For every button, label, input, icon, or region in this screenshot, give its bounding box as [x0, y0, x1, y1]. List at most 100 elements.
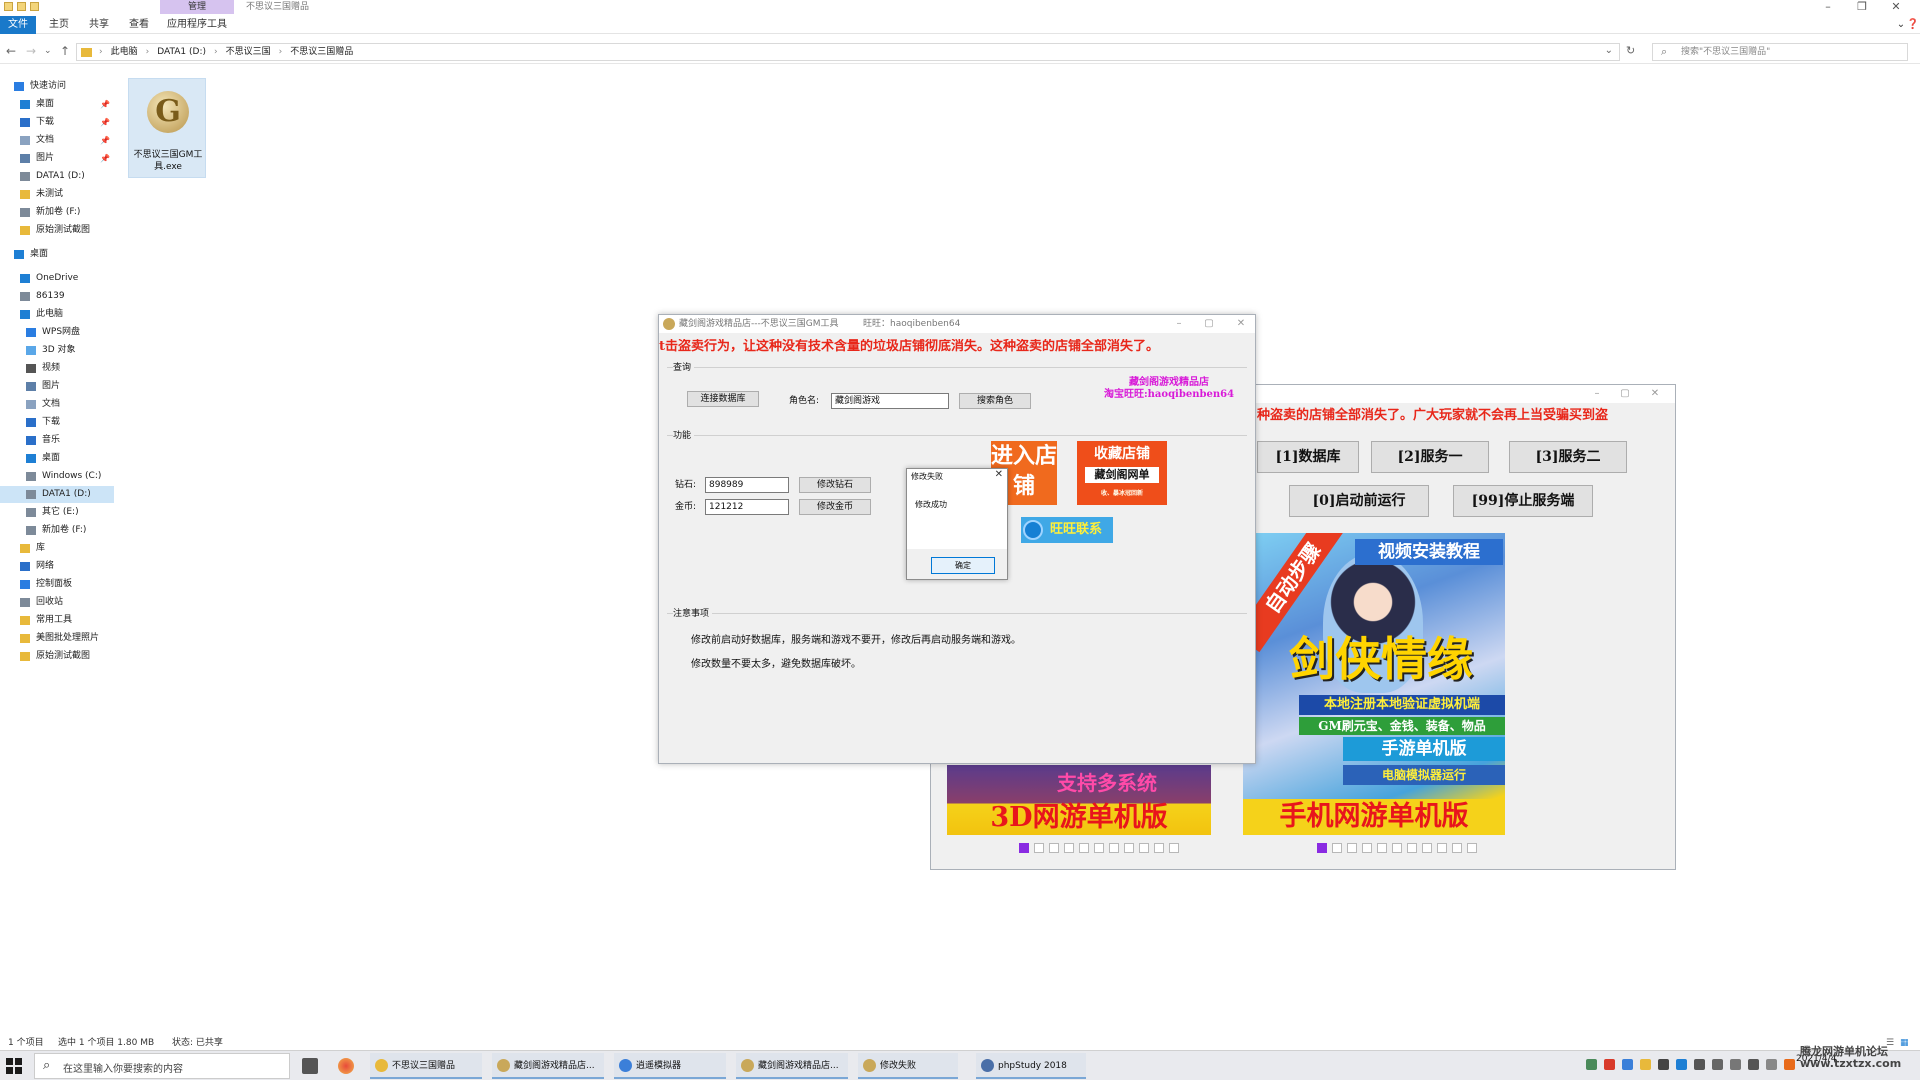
nav-item[interactable]: 常用工具: [0, 612, 114, 629]
app-icon[interactable]: [338, 1058, 354, 1074]
connect-db-button[interactable]: 连接数据库: [687, 391, 759, 407]
nav-item[interactable]: DATA1 (D:): [0, 486, 114, 503]
pin-icon[interactable]: 📌: [100, 114, 110, 131]
close-button[interactable]: ✕: [1231, 315, 1251, 333]
nav-item[interactable]: 下载: [0, 414, 114, 431]
nav-item[interactable]: 原始测试截图: [0, 222, 114, 239]
close-button[interactable]: ✕: [1645, 385, 1665, 403]
tab-home[interactable]: 主页: [44, 16, 74, 34]
back-icon[interactable]: ←: [6, 44, 16, 58]
minimize-button[interactable]: –: [1816, 0, 1840, 14]
database-button[interactable]: [1]数据库: [1257, 441, 1359, 473]
system-tray[interactable]: [1586, 1059, 1796, 1073]
taskbar-search-input[interactable]: ⌕ 在这里输入你要搜索的内容: [34, 1053, 290, 1079]
address-dropdown-icon[interactable]: ⌄: [1605, 45, 1613, 56]
nav-item[interactable]: WPS网盘: [0, 324, 114, 341]
calculator-icon[interactable]: [302, 1058, 318, 1074]
tab-file[interactable]: 文件: [0, 16, 36, 34]
nav-item[interactable]: DATA1 (D:): [0, 168, 114, 185]
breadcrumb-item[interactable]: 不思议三国: [226, 46, 271, 59]
tab-view[interactable]: 查看: [124, 16, 154, 34]
nav-item[interactable]: 3D 对象: [0, 342, 114, 359]
contextual-tab-manage[interactable]: 管理: [160, 0, 234, 14]
document-icon: [20, 136, 30, 145]
diamond-input[interactable]: 898989: [705, 477, 789, 493]
minimize-button[interactable]: –: [1169, 315, 1189, 333]
nav-item[interactable]: 桌面: [0, 450, 114, 467]
service-one-button[interactable]: [2]服务一: [1371, 441, 1489, 473]
breadcrumb-item[interactable]: DATA1 (D:): [157, 46, 206, 59]
nav-item[interactable]: 桌面 📌: [0, 96, 114, 113]
nav-item[interactable]: 86139: [0, 288, 114, 305]
search-input[interactable]: ⌕ 搜索"不思议三国赠品": [1652, 43, 1908, 61]
nav-item[interactable]: 新加卷 (F:): [0, 522, 114, 539]
maximize-button[interactable]: ▢: [1199, 315, 1219, 333]
tab-app-tools[interactable]: 应用程序工具: [166, 16, 228, 34]
nav-item[interactable]: 其它 (E:): [0, 504, 114, 521]
pin-icon[interactable]: 📌: [100, 96, 110, 113]
search-role-button[interactable]: 搜索角色: [959, 393, 1031, 409]
wangwang-contact-banner[interactable]: 旺旺联系: [1021, 517, 1113, 543]
nav-item[interactable]: OneDrive: [0, 270, 114, 287]
breadcrumb-item[interactable]: 此电脑: [111, 46, 138, 59]
nav-item[interactable]: 原始测试截图: [0, 648, 114, 665]
forward-icon[interactable]: →: [26, 44, 36, 58]
address-box[interactable]: › 此电脑 › DATA1 (D:) › 不思议三国 › 不思议三国赠品 ⌄: [76, 43, 1620, 61]
modify-gold-button[interactable]: 修改金币: [799, 499, 871, 515]
taskbar-app[interactable]: 不思议三国赠品: [370, 1053, 482, 1079]
carousel-dots[interactable]: [1019, 843, 1179, 853]
nav-item[interactable]: 此电脑: [0, 306, 114, 323]
nav-item[interactable]: 回收站: [0, 594, 114, 611]
nav-item[interactable]: 图片: [0, 378, 114, 395]
nav-item[interactable]: 文档 📌: [0, 132, 114, 149]
close-button[interactable]: ✕: [1884, 0, 1908, 14]
file-item[interactable]: G 不思议三国GM工具.exe: [128, 78, 206, 178]
nav-item[interactable]: 图片 📌: [0, 150, 114, 167]
taskbar-app[interactable]: 逍遥模拟器: [614, 1053, 726, 1079]
role-name-input[interactable]: 藏剑阁游戏: [831, 393, 949, 409]
pre-run-button[interactable]: [0]启动前运行: [1289, 485, 1429, 517]
nav-item[interactable]: 美图批处理照片: [0, 630, 114, 647]
service-two-button[interactable]: [3]服务二: [1509, 441, 1627, 473]
nav-item[interactable]: 桌面: [0, 246, 114, 263]
nav-item[interactable]: 库: [0, 540, 114, 557]
refresh-icon[interactable]: ↻: [1626, 44, 1635, 58]
nav-item[interactable]: Windows (C:): [0, 468, 114, 485]
promo-banner-3d[interactable]: 支持多系统 3D网游单机版: [947, 765, 1211, 835]
nav-item[interactable]: 音乐: [0, 432, 114, 449]
nav-item[interactable]: 文档: [0, 396, 114, 413]
taskbar-app[interactable]: phpStudy 2018: [976, 1053, 1086, 1079]
taskbar-app[interactable]: 修改失败: [858, 1053, 958, 1079]
taskbar-app[interactable]: 藏剑阁游戏精品店...: [492, 1053, 604, 1079]
nav-item[interactable]: 快速访问: [0, 78, 114, 95]
nav-item[interactable]: 视频: [0, 360, 114, 377]
favorite-shop-banner[interactable]: 收藏店铺 藏剑阁网单 收、暴冰冠回新: [1077, 441, 1167, 505]
carousel-dots[interactable]: [1317, 843, 1477, 853]
nav-item[interactable]: 新加卷 (F:): [0, 204, 114, 221]
nav-item[interactable]: 下载 📌: [0, 114, 114, 131]
taskbar-app[interactable]: 藏剑阁游戏精品店...: [736, 1053, 848, 1079]
tab-share[interactable]: 共享: [84, 16, 114, 34]
message-dialog[interactable]: 修改失败 ✕ 修改成功 确定: [906, 468, 1008, 580]
minimize-button[interactable]: –: [1587, 385, 1607, 403]
window-title-contact: 旺旺：haoqibenben64: [863, 319, 961, 329]
breadcrumb-item[interactable]: 不思议三国赠品: [290, 46, 353, 59]
maximize-button[interactable]: ▢: [1615, 385, 1635, 403]
start-button[interactable]: [6, 1058, 22, 1074]
close-icon[interactable]: ✕: [995, 469, 1003, 480]
up-icon[interactable]: ↑: [60, 44, 70, 58]
promo-banner-mobile[interactable]: 自动步骤 视频安装教程 剑侠情缘 本地注册本地验证虚拟机端 GM刷元宝、金钱、装…: [1243, 533, 1505, 835]
nav-item[interactable]: 控制面板: [0, 576, 114, 593]
gold-input[interactable]: 121212: [705, 499, 789, 515]
nav-item[interactable]: 未测试: [0, 186, 114, 203]
help-icon[interactable]: ❓: [1906, 16, 1920, 34]
nav-item[interactable]: 网络: [0, 558, 114, 575]
pin-icon[interactable]: 📌: [100, 150, 110, 167]
stop-server-button[interactable]: [99]停止服务端: [1453, 485, 1593, 517]
recent-dropdown-icon[interactable]: ⌄: [44, 44, 52, 58]
pin-icon[interactable]: 📌: [100, 132, 110, 149]
maximize-button[interactable]: ❐: [1850, 0, 1874, 14]
ok-button[interactable]: 确定: [931, 557, 995, 574]
quick-access-toolbar[interactable]: [4, 2, 60, 12]
modify-diamond-button[interactable]: 修改钻石: [799, 477, 871, 493]
